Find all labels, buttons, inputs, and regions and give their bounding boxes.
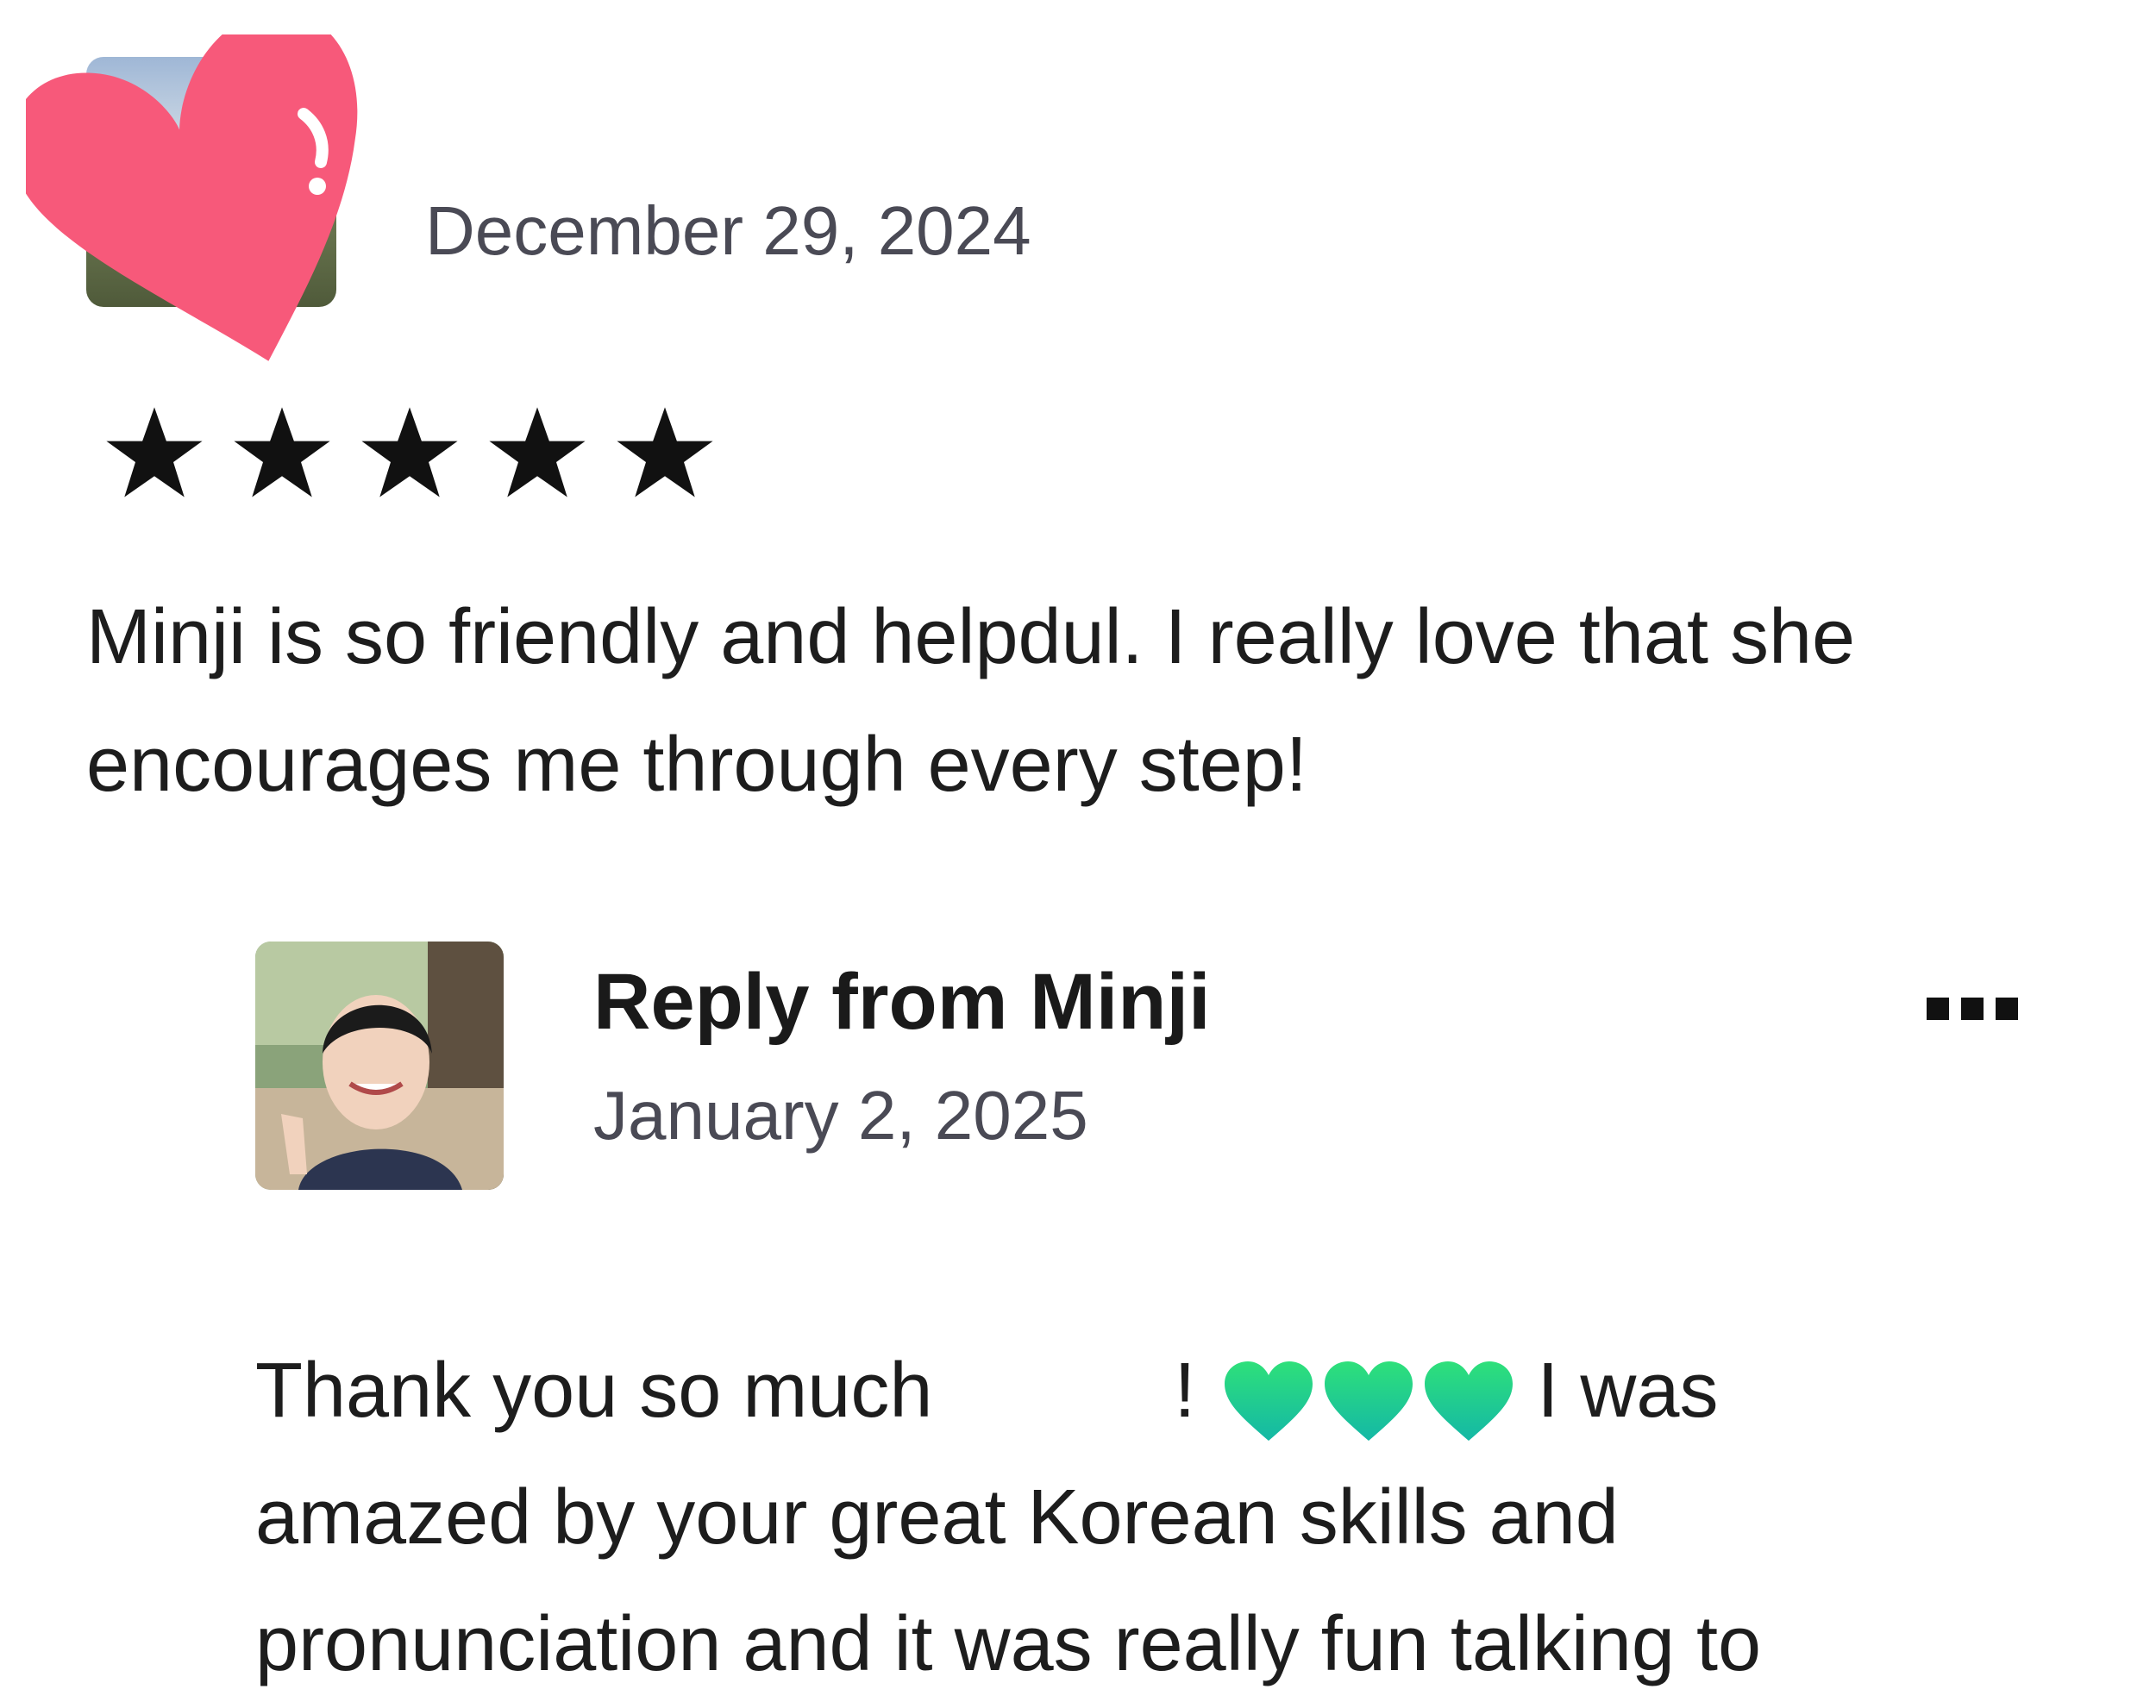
more-dot xyxy=(1961,998,1984,1020)
more-dot xyxy=(1927,998,1949,1020)
review-text: Minji is so friendly and helpdul. I real… xyxy=(86,594,1856,808)
green-heart-icon xyxy=(1225,1361,1313,1441)
green-hearts xyxy=(1221,1333,1521,1460)
reply-line-text: I was xyxy=(1537,1348,1719,1434)
star-icon xyxy=(617,407,713,497)
star-icon xyxy=(234,407,330,497)
green-heart-icon xyxy=(1425,1361,1514,1441)
green-heart-icon xyxy=(1325,1361,1413,1441)
reply-exclamation: ! xyxy=(1174,1348,1196,1434)
star-icon xyxy=(106,407,203,497)
heart-icon xyxy=(26,34,358,361)
reply-line: pronunciation and it was really fun talk… xyxy=(255,1601,1762,1687)
reply-avatar[interactable] xyxy=(255,942,504,1190)
review-date: December 29, 2024 xyxy=(425,192,1031,269)
reply-line-text: Thank you so much xyxy=(255,1348,933,1434)
reply-line: amazed by your great Korean skills and xyxy=(255,1474,1619,1561)
more-options-icon[interactable] xyxy=(1927,992,2021,1026)
star-rating xyxy=(103,405,716,500)
star-icon xyxy=(361,407,458,497)
more-dot xyxy=(1996,998,2018,1020)
star-icon xyxy=(489,407,586,497)
reply-date: January 2, 2025 xyxy=(593,1077,1088,1154)
reply-text: Thank you so much! I was amazed by your … xyxy=(255,1328,1980,1708)
reply-title: Reply from Minji xyxy=(593,958,1211,1046)
reply-line: Thank you so much! I was xyxy=(255,1328,1980,1455)
